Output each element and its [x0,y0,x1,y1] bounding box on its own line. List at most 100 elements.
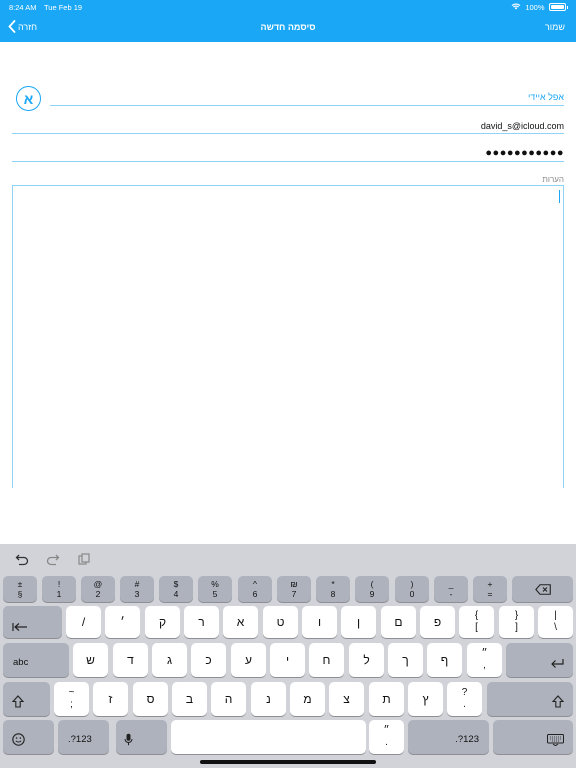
battery-icon [548,3,566,11]
key-final-kaf[interactable]: ך [388,643,423,677]
key-shin[interactable]: ש [73,643,108,677]
key-mem[interactable]: מ [290,682,325,716]
chevron-left-icon [8,20,16,33]
key-equals[interactable]: + = [473,576,507,602]
key-final-mem[interactable]: ם [381,606,416,638]
key-nun[interactable]: נ [251,682,286,716]
wifi-icon [511,2,521,12]
notes-textarea[interactable] [12,185,564,488]
key-slash[interactable]: / [66,606,101,638]
numbers-left-label: .?123 [68,734,92,745]
avatar[interactable]: א [16,86,41,111]
keyboard-dismiss-icon [547,734,564,746]
dictation-key[interactable] [116,720,167,754]
key-6[interactable]: ^ 6 [238,576,272,602]
key-5[interactable]: % 5 [198,576,232,602]
key-samekh[interactable]: ס [133,682,168,716]
key-he[interactable]: ה [211,682,246,716]
save-button[interactable]: שמור [545,22,565,32]
key-tet[interactable]: ט [263,606,298,638]
back-button[interactable]: חזרה [8,20,37,33]
notes-label: הערות [542,175,564,184]
username-value: david_s@icloud.com [480,121,564,131]
key-qof[interactable]: ק [145,606,180,638]
back-label: חזרה [18,21,38,32]
battery-nub [566,5,568,9]
key-semicolon[interactable]: ~; [54,682,89,716]
key-kaf[interactable]: כ [191,643,226,677]
key-minus[interactable]: _ - [434,576,468,602]
key-period[interactable]: ״. [369,720,404,754]
home-indicator [200,760,376,764]
numbers-left-key[interactable]: .?123 [58,720,109,754]
key-8[interactable]: * 8 [316,576,350,602]
abc-label: abc [13,657,29,668]
key-backslash[interactable]: | \ [538,606,573,638]
status-date: Tue Feb 19 [44,3,83,12]
key-zayin[interactable]: ז [93,682,128,716]
key-het[interactable]: ח [309,643,344,677]
key-final-nun[interactable]: ן [341,606,376,638]
key-vav[interactable]: ו [302,606,337,638]
key-question[interactable]: ?. [447,682,482,716]
status-time: 8:24 AM [9,3,37,12]
dismiss-keyboard-key[interactable] [493,720,573,754]
key-lamed[interactable]: ל [349,643,384,677]
paste-icon[interactable] [77,552,91,566]
redo-icon[interactable] [46,552,60,566]
battery-percent: 100% [525,2,545,12]
key-bracket-right[interactable]: }] [499,606,534,638]
shift-right-key[interactable] [487,682,573,716]
tab-key[interactable] [3,606,62,638]
microphone-icon [124,733,133,746]
key-dalet[interactable]: ד [113,643,148,677]
key-geresh[interactable]: ׳ [105,606,140,638]
key-ayin[interactable]: ע [231,643,266,677]
emoji-icon [12,733,25,746]
title-field[interactable]: אפל איידי [50,90,564,106]
key-1[interactable]: ! 1 [42,576,76,602]
space-bar[interactable] [171,720,366,754]
shift-left-key[interactable] [3,682,50,716]
key-gimel[interactable]: ג [152,643,187,677]
key-resh[interactable]: ר [184,606,219,638]
username-field[interactable]: david_s@icloud.com [12,118,564,134]
return-icon [551,659,564,668]
undo-icon[interactable] [15,552,29,566]
key-tav[interactable]: ת [369,682,404,716]
shift-icon [12,695,24,708]
key-0[interactable]: ) 0 [395,576,429,602]
status-right: 100% [511,2,568,12]
key-pe[interactable]: פ [420,606,455,638]
key-final-tsadi[interactable]: ץ [408,682,443,716]
key-7[interactable]: ₪ 7 [277,576,311,602]
numbers-right-label: .?123 [455,734,479,745]
key-comma[interactable]: ״, [467,643,502,677]
delete-key[interactable] [512,576,573,602]
key-bet[interactable]: ב [172,682,207,716]
title-value: אפל איידי [527,92,564,102]
emoji-key[interactable] [3,720,54,754]
password-field[interactable]: ●●●●●●●●●●● [12,146,564,162]
backspace-icon [534,583,551,595]
key-3[interactable]: #3 [120,576,154,602]
shift-icon [552,695,564,708]
keyboard-toolbar [0,544,576,576]
keyboard: ± § ! 1 @2 #3 $4 % 5 ^ 6 ₪ 7 * 8 (9 ) 0 _ - + = /… [0,544,576,768]
page-title: סיסמה חדשה [260,22,316,32]
key-yod[interactable]: י [270,643,305,677]
tab-icon [12,623,27,631]
numbers-right-key[interactable]: .?123 [408,720,489,754]
key-alef[interactable]: א [223,606,258,638]
navigation-header: 8:24 AM Tue Feb 19 100% סיסמה חדשה שמור … [0,0,576,42]
key-4[interactable]: $4 [159,576,193,602]
return-key[interactable] [506,643,573,677]
key-2[interactable]: @2 [81,576,115,602]
key-final-pe[interactable]: ף [427,643,462,677]
key-9[interactable]: (9 [355,576,389,602]
abc-key[interactable]: abc [3,643,69,677]
password-value: ●●●●●●●●●●● [485,147,564,159]
key-section[interactable]: ± § [3,576,37,602]
key-tsadi[interactable]: צ [329,682,364,716]
key-bracket-left[interactable]: {[ [459,606,494,638]
